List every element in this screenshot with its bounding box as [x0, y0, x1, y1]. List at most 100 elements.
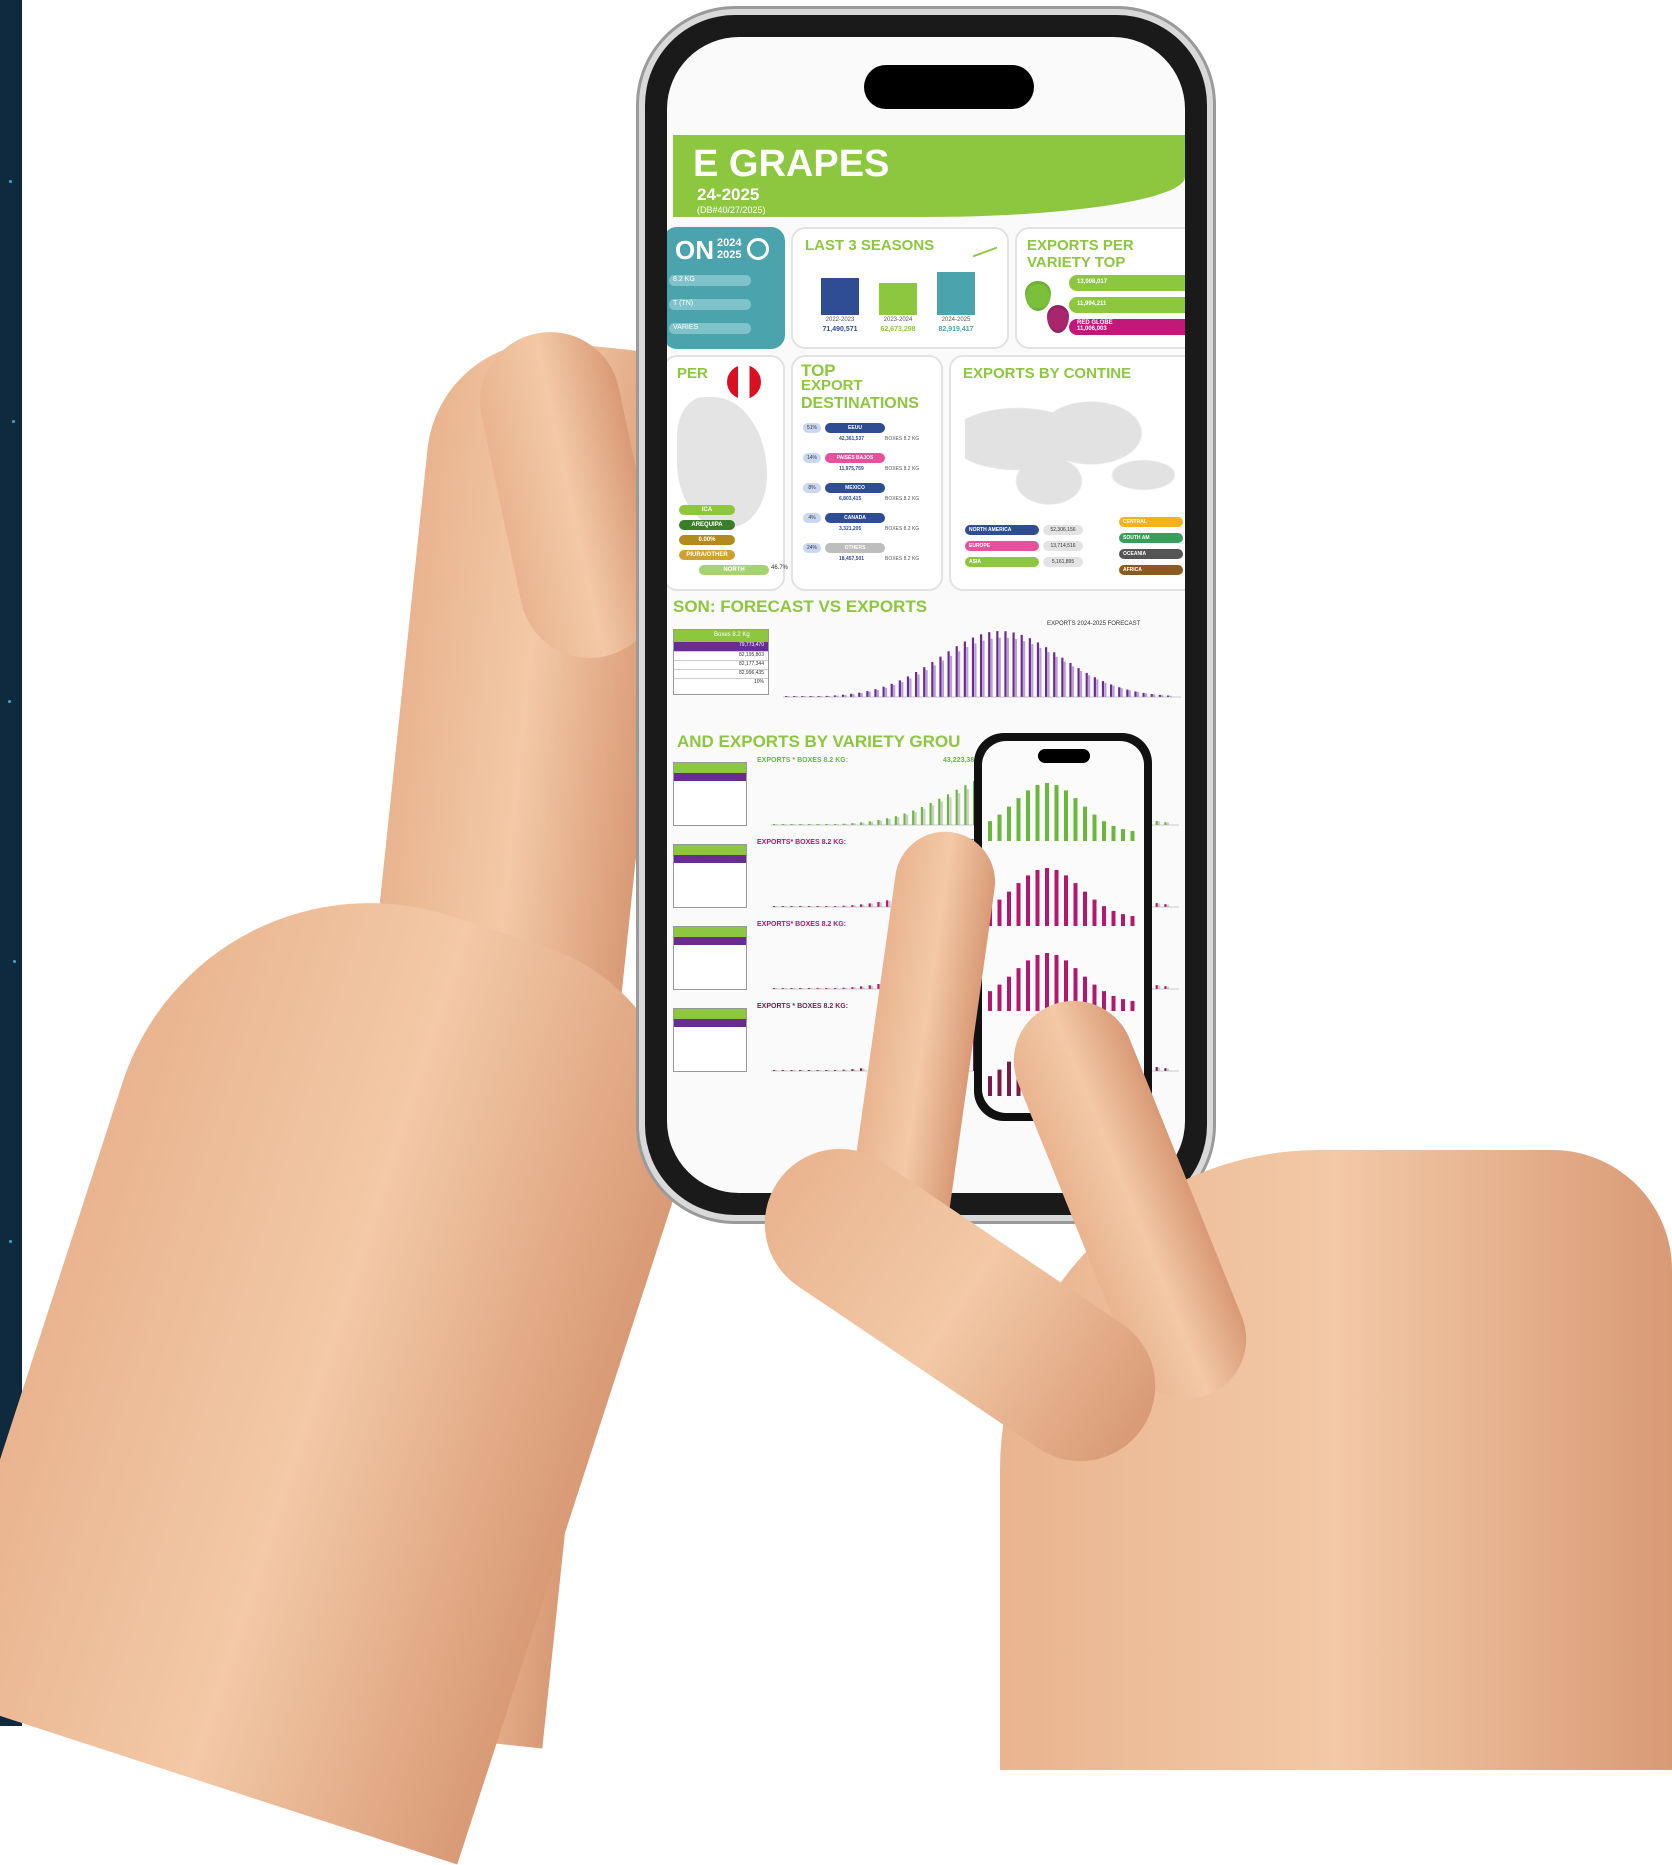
season-bar — [937, 272, 975, 315]
top-destinations-card: TOP EXPORT DESTINATIONS 51% EEUU 42,361,53… — [791, 355, 943, 591]
mini-chart-group — [988, 868, 1135, 926]
forecast-table-value: 82,996,435 — [738, 670, 764, 676]
variety-top-card: EXPORTS PER VARIETY TOP 13,008,017 11,994… — [1015, 227, 1185, 349]
variety-3-bar-forecast — [862, 1068, 865, 1071]
mini-chart-bar — [1007, 806, 1011, 841]
variety-0-bar-forecast — [888, 818, 891, 825]
forecast-bar — [850, 693, 853, 697]
dest-unit: BOXES 8.2 KG — [885, 466, 920, 472]
forecast-table-row: 10% — [674, 678, 768, 687]
forecast-table: Boxes 8.2 Kg 79,773,470 82,195,803 82,177,… — [673, 629, 769, 695]
forecast-bar-forecast — [917, 674, 920, 697]
forecast-bar — [1118, 687, 1121, 697]
dest-unit: BOXES 8.2 KG — [885, 496, 920, 502]
variety-2-bar — [859, 986, 863, 989]
variety-0-bar — [877, 819, 880, 825]
mini-chart-bar — [1035, 784, 1040, 841]
forecast-bar — [931, 661, 934, 697]
trend-icon — [973, 232, 997, 258]
season-card: ON 2024 2025 8.2 KG T (TN) VARIES — [667, 227, 785, 349]
forecast-bar-forecast — [949, 655, 953, 697]
mini-chart-bar — [1083, 806, 1087, 841]
mini-chart-bar — [1073, 798, 1078, 841]
mini-chart-bar — [997, 899, 1002, 926]
last-3-seasons-title: LAST 3 SEASONS — [805, 237, 935, 254]
variety-0-bar-forecast — [949, 797, 952, 825]
forecast-bar — [858, 692, 861, 697]
variety-0-bar-forecast — [966, 789, 969, 825]
variety-pill: RED GLOBE 11,006,003 — [1069, 319, 1185, 335]
forecast-bar — [841, 694, 845, 697]
mini-chart-bar — [1130, 1001, 1135, 1011]
forecast-bar-forecast — [1039, 647, 1042, 697]
variety-table — [673, 844, 747, 908]
forecast-bar-forecast — [901, 682, 904, 697]
forecast-table-value: 79,773,470 — [738, 642, 764, 648]
mini-chart-bar — [1007, 1061, 1011, 1096]
variety-3-bar — [1164, 1068, 1167, 1071]
variety-1-bar-forecast — [1158, 903, 1161, 907]
variety-3-bar-forecast — [1166, 1068, 1169, 1071]
forecast-bar-forecast — [1136, 691, 1139, 697]
forecast-bar-forecast — [933, 665, 936, 697]
forecast-bar — [1012, 632, 1015, 697]
dest-pct: 24% — [803, 543, 821, 553]
variety-table-header — [674, 845, 746, 855]
forecast-bar-forecast — [909, 678, 912, 697]
mini-chart-bar — [1130, 916, 1135, 926]
forecast-bar — [1110, 684, 1113, 697]
forecast-table-row: 82,195,803 — [674, 651, 768, 660]
dest-pct: 8% — [803, 483, 821, 493]
variety-3-bar — [859, 1068, 863, 1071]
mini-chart-bar — [1045, 868, 1049, 926]
forecast-bar-forecast — [1079, 671, 1083, 697]
variety-0-bar — [929, 803, 932, 825]
forecast-bar — [1004, 631, 1007, 697]
season-bar-label: 2024-2025 — [941, 317, 971, 323]
forecast-bar-forecast — [982, 640, 985, 697]
variety-1-bar-forecast — [879, 902, 882, 907]
mini-chart-bar — [1064, 875, 1068, 926]
forecast-bar — [874, 689, 877, 697]
variety-2-bar-forecast — [1158, 985, 1161, 989]
dest-name: PAISES BAJOS — [825, 453, 885, 463]
mini-chart-bar — [1007, 891, 1011, 926]
variety-pill: 13,008,017 — [1069, 275, 1185, 291]
season-label: 24-2025 — [697, 185, 760, 204]
page-title: E GRAPES — [693, 143, 890, 185]
mini-chart-bar — [1121, 999, 1125, 1011]
forecast-bar-forecast — [1096, 679, 1099, 697]
variety-0-bar-forecast — [940, 801, 943, 825]
last-3-seasons-card: LAST 3 SEASONS 2022-2023 71,490,571 2023-2… — [791, 227, 1009, 349]
forecast-bar — [963, 641, 966, 697]
dynamic-island — [864, 65, 1034, 109]
forecast-bar — [1085, 672, 1088, 697]
season-row-1: 8.2 KG — [673, 276, 695, 283]
forecast-bar — [1020, 634, 1023, 697]
world-map — [965, 391, 1175, 511]
season-bar — [821, 278, 859, 315]
forecast-bar — [947, 651, 950, 697]
mini-chart-bar — [1016, 968, 1021, 1011]
forecast-bar-forecast — [1112, 685, 1115, 697]
mini-chart-bar — [1035, 954, 1040, 1011]
variety-2-bar-forecast — [871, 985, 874, 989]
forecast-bar-forecast — [868, 691, 871, 697]
mini-chart-group — [988, 783, 1135, 841]
mini-chart-bar — [997, 814, 1002, 841]
forecast-bar-forecast — [1055, 656, 1058, 697]
variety-0-bar — [920, 806, 924, 825]
continent-pill-right: CENTRAL — [1119, 517, 1183, 527]
forecast-bar — [1045, 647, 1048, 697]
date-note: (DB#40/27/2025) — [697, 205, 766, 215]
forecast-bar — [890, 683, 893, 697]
mini-chart-bar — [1026, 790, 1030, 841]
continent-pill-right: AFRICA — [1119, 565, 1183, 575]
peru-region-pill: PIURA/OTHER — [679, 550, 735, 560]
dest-value: 11,975,759 — [839, 466, 864, 472]
last-3-seasons-chart — [811, 263, 991, 315]
forecast-bar-forecast — [966, 647, 969, 697]
variety-pill: 11,994,211 — [1069, 297, 1185, 313]
season-bar-value: 82,919,417 — [938, 326, 974, 333]
variety-0-bar-forecast — [905, 814, 909, 825]
